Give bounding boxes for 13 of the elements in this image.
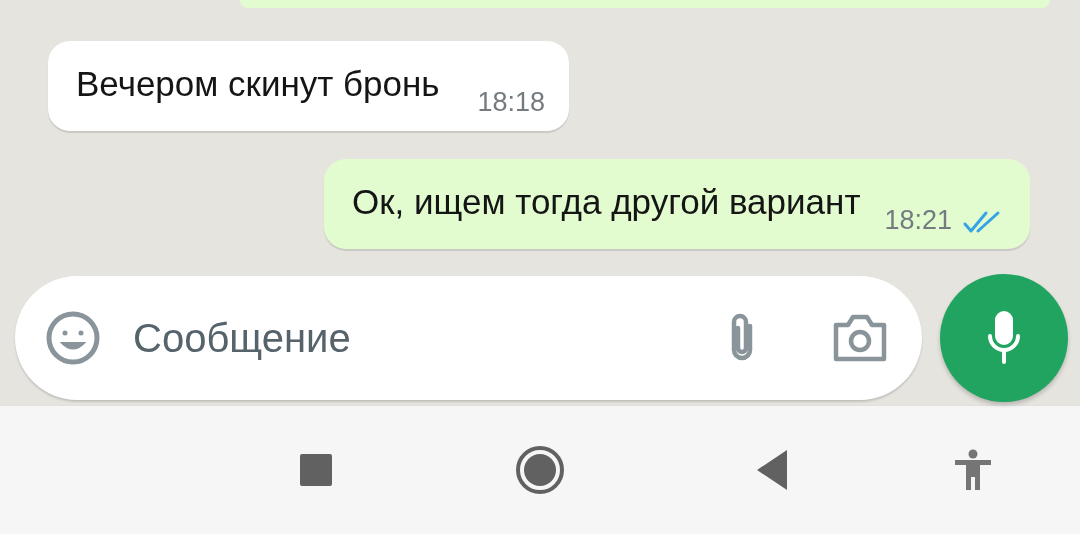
back-triangle-icon[interactable] [755,448,789,492]
message-text: Ок, ищем тогда другой вариант [352,181,861,223]
message-input[interactable]: Сообщение [133,308,724,368]
square-icon[interactable] [299,453,333,487]
message-time: 18:18 [477,87,546,117]
accessibility-icon[interactable] [954,449,992,491]
message-time: 18:21 [884,205,952,235]
smiley-icon[interactable] [45,310,101,366]
camera-icon[interactable] [832,313,888,363]
microphone-icon [986,310,1022,366]
message-text: Вечером скинут бронь [76,63,440,105]
home-circle-icon[interactable] [515,445,565,495]
message-input-field[interactable]: Сообщение [15,276,922,400]
